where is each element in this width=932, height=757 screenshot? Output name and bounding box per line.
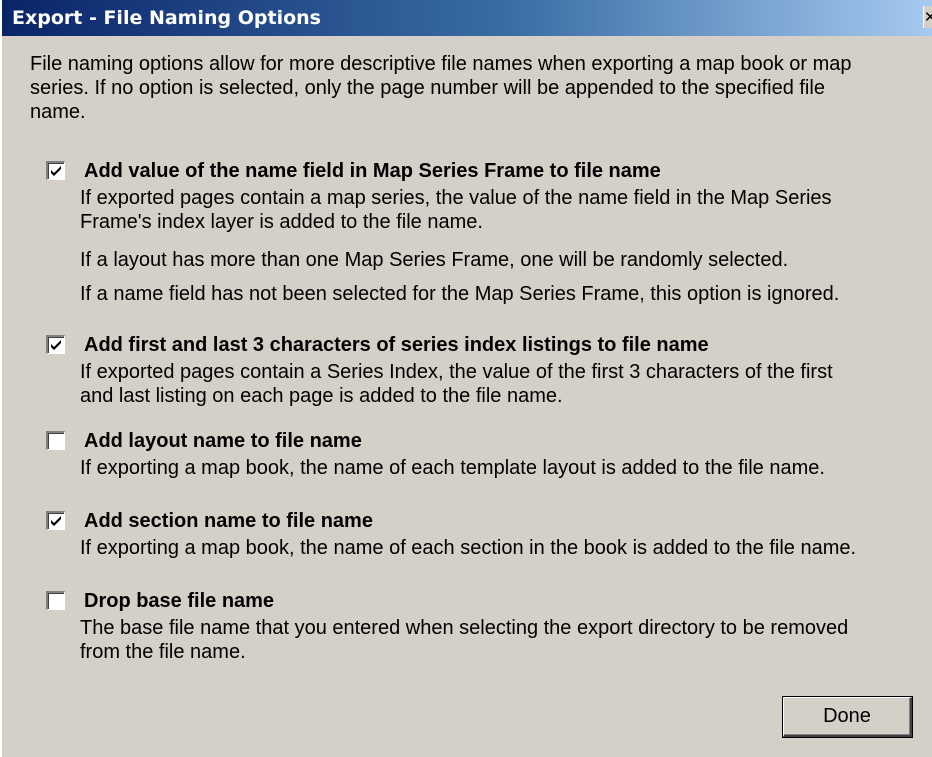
option-description: If exporting a map book, the name of eac… — [80, 457, 825, 479]
option-description: If a name field has not been selected fo… — [80, 283, 840, 305]
intro-line: name. — [30, 101, 86, 123]
intro-text: File naming options allow for more descr… — [30, 52, 910, 124]
option-description: from the file name. — [80, 641, 246, 663]
checkmark-icon — [51, 340, 61, 350]
checkbox-layout-name[interactable] — [46, 431, 65, 450]
window-title: Export - File Naming Options — [12, 7, 321, 29]
option-label: Add first and last 3 characters of serie… — [84, 334, 709, 356]
checkbox-section-name[interactable] — [46, 511, 65, 530]
checkmark-icon — [51, 516, 61, 526]
done-button[interactable]: Done — [782, 696, 913, 738]
option-label: Add value of the name field in Map Serie… — [84, 160, 661, 182]
checkbox-drop-base-name[interactable] — [46, 591, 65, 610]
option-description: If exported pages contain a map series, … — [80, 187, 832, 209]
option-label: Drop base file name — [84, 590, 275, 612]
close-button[interactable]: ✕ — [923, 6, 932, 28]
option-description: If a layout has more than one Map Series… — [80, 249, 789, 271]
intro-line: series. If no option is selected, only t… — [30, 77, 825, 99]
option-label: Add section name to file name — [84, 510, 373, 532]
close-icon: ✕ — [924, 8, 932, 26]
option-label: Add layout name to file name — [84, 430, 362, 452]
checkmark-icon — [51, 166, 61, 176]
intro-line: File naming options allow for more descr… — [30, 53, 852, 75]
option-description: Frame's index layer is added to the file… — [80, 211, 483, 233]
checkbox-map-series-name[interactable] — [46, 161, 65, 180]
option-description: If exported pages contain a Series Index… — [80, 361, 833, 383]
option-description: and last listing on each page is added t… — [80, 385, 563, 407]
option-description: The base file name that you entered when… — [80, 617, 849, 639]
checkbox-series-index-chars[interactable] — [46, 335, 65, 354]
title-bar: Export - File Naming Options ✕ — [2, 0, 932, 36]
export-file-naming-dialog: Export - File Naming Options ✕ File nami… — [0, 0, 932, 757]
option-description: If exporting a map book, the name of eac… — [80, 537, 857, 559]
